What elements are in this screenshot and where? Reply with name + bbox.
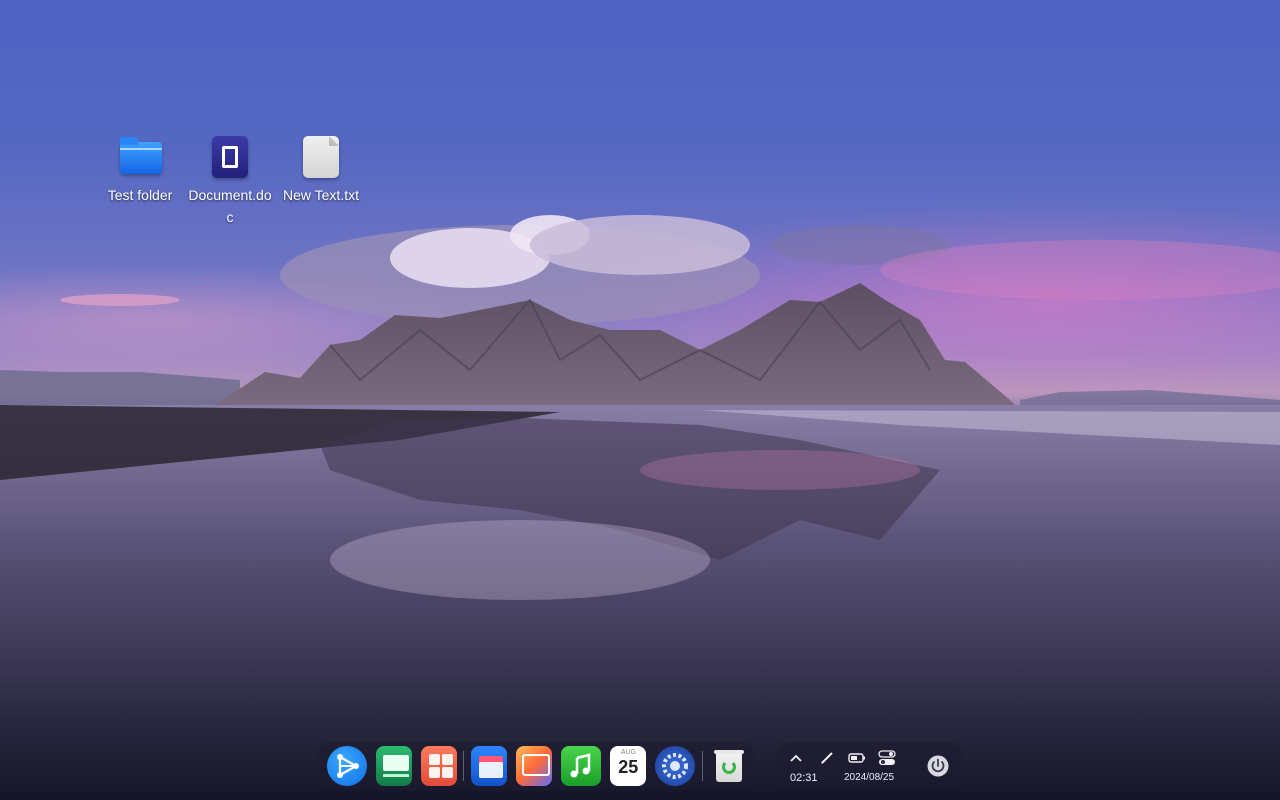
calendar-icon[interactable]: AUG 25 [610,746,647,786]
trash-icon[interactable] [709,746,745,786]
expand-arrow-icon[interactable] [785,748,807,768]
image-viewer-icon[interactable] [516,746,553,786]
battery-icon[interactable] [846,748,868,768]
desktop-icon-new-text[interactable]: New Text.txt [275,136,367,206]
system-tray: 02:31 2024/08/25 [776,742,962,790]
clock-time[interactable]: 02:31 [790,772,818,784]
music-icon[interactable] [561,746,602,786]
pen-icon[interactable] [816,748,838,768]
dock: AUG 25 [318,742,754,790]
toggle-switches-icon[interactable] [876,748,898,768]
calendar-day: 25 [618,757,639,777]
text-file-icon [299,136,343,180]
clock-date[interactable]: 2024/08/25 [844,772,894,783]
desktop-icon-test-folder[interactable]: Test folder [94,136,186,206]
desktop-icon-label: New Text.txt [283,187,359,203]
multitask-icon[interactable] [375,746,412,786]
file-manager-icon[interactable] [470,746,508,786]
desktop-wallpaper [0,215,1280,800]
dock-separator [463,751,465,781]
control-center-icon[interactable] [655,746,696,786]
app-store-icon[interactable] [420,746,457,786]
desktop-icon-label: Document.doc [188,187,272,225]
launcher-icon[interactable] [326,746,367,786]
calendar-month: AUG [620,749,636,756]
dock-separator [701,751,703,781]
desktop-icon-document[interactable]: Document.doc [184,136,276,228]
office-document-icon [208,136,252,180]
desktop-icon-label: Test folder [107,187,173,203]
folder-icon [118,136,162,180]
power-icon[interactable] [924,752,952,780]
